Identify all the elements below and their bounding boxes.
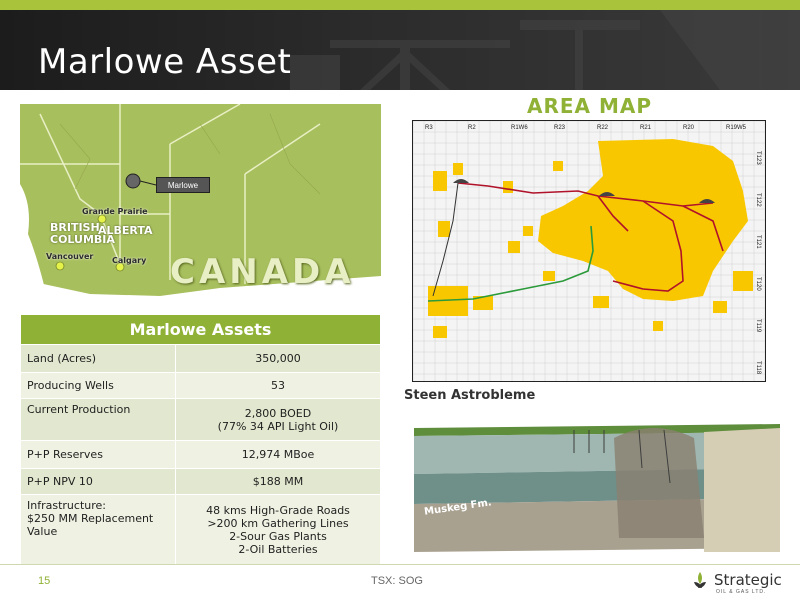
township-label: T121 bbox=[755, 235, 761, 249]
marlowe-callout: Marlowe bbox=[156, 177, 210, 193]
logo-subtitle: OIL & GAS LTD. bbox=[716, 589, 767, 595]
row-value: 53 bbox=[175, 372, 381, 399]
ticker-symbol: TSX: SOG bbox=[371, 575, 423, 587]
row-value: 48 kms High-Grade Roads >200 km Gatherin… bbox=[175, 494, 381, 565]
township-label: T123 bbox=[755, 151, 761, 165]
row-value-line: >200 km Gathering Lines bbox=[207, 516, 349, 530]
city-calgary: Calgary bbox=[112, 256, 147, 265]
row-label: P+P NPV 10 bbox=[20, 468, 176, 495]
footer-divider bbox=[0, 564, 800, 565]
row-value: 350,000 bbox=[175, 344, 381, 373]
country-label: CANADA bbox=[170, 252, 355, 292]
row-value: $188 MM bbox=[175, 468, 381, 495]
city-vancouver: Vancouver bbox=[46, 252, 94, 261]
row-value-line: 2-Oil Batteries bbox=[238, 542, 318, 556]
township-label: T118 bbox=[755, 361, 761, 375]
table-row: Infrastructure: $250 MM Replacement Valu… bbox=[20, 494, 381, 565]
page-number: 15 bbox=[38, 575, 51, 587]
table-header: Marlowe Assets bbox=[20, 314, 381, 345]
row-label-line: Infrastructure: bbox=[27, 499, 106, 512]
table-row: Current Production 2,800 BOED (77% 34 AP… bbox=[20, 398, 381, 441]
range-label: R2 bbox=[468, 125, 476, 131]
row-value: 12,974 MBoe bbox=[175, 440, 381, 469]
cross-section-title: Steen Astrobleme bbox=[404, 388, 536, 403]
logo-name: Strategic bbox=[714, 571, 782, 589]
row-value-line: (77% 34 API Light Oil) bbox=[217, 419, 339, 433]
table-row: P+P NPV 10 $188 MM bbox=[20, 468, 381, 495]
range-label: R3 bbox=[425, 125, 433, 131]
table-row: Land (Acres) 350,000 bbox=[20, 344, 381, 373]
area-map-title: AREA MAP bbox=[527, 94, 653, 118]
area-map: R3 R2 R1W6 R23 R22 R21 R20 R19W5 T123 T122 T121 T1… bbox=[412, 120, 766, 382]
area-map-graphic: R3 R2 R1W6 R23 R22 R21 R20 R19W5 T123 T122 T121 T1… bbox=[412, 120, 766, 381]
row-label: Land (Acres) bbox=[20, 344, 176, 373]
city-grande-prairie: Grande Prairie bbox=[82, 207, 148, 216]
row-label: Producing Wells bbox=[20, 372, 176, 399]
canada-location-map: Marlowe Grande Prairie BRITISH COLUMBIA … bbox=[20, 104, 381, 311]
township-label: T119 bbox=[755, 319, 761, 333]
row-value-line: 2,800 BOED bbox=[244, 406, 312, 420]
row-label-line: Value bbox=[27, 525, 58, 538]
row-label: Current Production bbox=[20, 398, 176, 441]
row-label: P+P Reserves bbox=[20, 440, 176, 469]
range-label: R23 bbox=[554, 125, 566, 131]
row-label: Infrastructure: $250 MM Replacement Valu… bbox=[20, 494, 176, 565]
row-value-line: 48 kms High-Grade Roads bbox=[206, 503, 350, 517]
row-value-line: 2-Sour Gas Plants bbox=[229, 529, 327, 543]
range-label: R22 bbox=[597, 125, 609, 131]
table-row: Producing Wells 53 bbox=[20, 372, 381, 399]
slide-title: Marlowe Asset bbox=[38, 42, 292, 82]
marlowe-assets-table: Marlowe Assets Land (Acres) 350,000 Prod… bbox=[20, 314, 381, 565]
province-ab-label: ALBERTA bbox=[98, 224, 153, 237]
township-label: T120 bbox=[755, 277, 761, 291]
row-value: 2,800 BOED (77% 34 API Light Oil) bbox=[175, 398, 381, 441]
township-label: T122 bbox=[755, 193, 761, 207]
range-label: R1W6 bbox=[511, 125, 528, 131]
range-label: R21 bbox=[640, 125, 652, 131]
table-row: P+P Reserves 12,974 MBoe bbox=[20, 440, 381, 469]
header-banner: Marlowe Asset bbox=[0, 10, 800, 90]
range-label: R20 bbox=[683, 125, 695, 131]
row-label-line: $250 MM Replacement bbox=[27, 512, 154, 525]
top-accent-stripe bbox=[0, 0, 800, 10]
steen-astrobleme-diagram bbox=[414, 408, 780, 552]
range-label: R19W5 bbox=[726, 125, 747, 131]
